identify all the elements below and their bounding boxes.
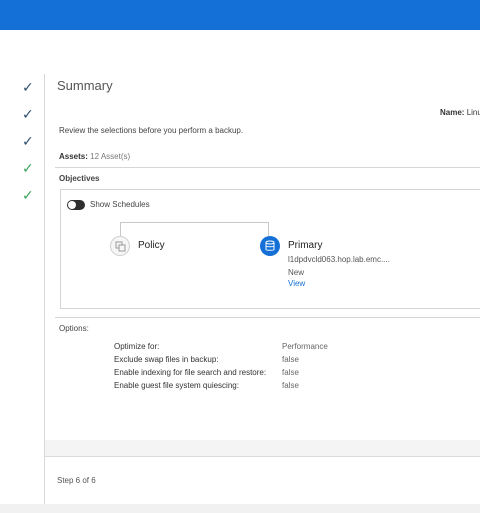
step-2-check-icon[interactable]: ✓: [22, 107, 42, 123]
primary-label: Primary: [288, 240, 323, 251]
option-key: Enable indexing for file search and rest…: [114, 368, 267, 377]
step-3-check-icon[interactable]: ✓: [22, 134, 42, 150]
footer-divider: [45, 456, 480, 457]
name-value: Linu: [466, 108, 480, 117]
divider: [55, 167, 480, 168]
step-1-check-icon[interactable]: ✓: [22, 80, 42, 96]
option-key: Optimize for:: [114, 342, 160, 351]
assets-value: 12 Asset(s): [90, 152, 131, 161]
content-end-strip: [45, 440, 480, 456]
name-field: Name: Linu: [440, 108, 480, 117]
option-value: false: [282, 355, 299, 364]
primary-node: [260, 236, 280, 256]
step-5-check-icon[interactable]: ✓: [22, 188, 42, 204]
option-key: Exclude swap files in backup:: [114, 355, 219, 364]
primary-status: New: [288, 268, 305, 277]
top-header-bar: [0, 0, 480, 30]
option-value: Performance: [282, 342, 328, 351]
option-key: Enable guest file system quiescing:: [114, 381, 239, 390]
policy-label: Policy: [138, 240, 165, 251]
toggle-knob: [68, 201, 76, 209]
assets-summary: Assets: 12 Asset(s): [59, 152, 130, 161]
name-label: Name:: [440, 108, 465, 117]
show-schedules-label: Show Schedules: [90, 200, 150, 209]
options-heading: Options:: [59, 324, 89, 333]
policy-primary-connector: [120, 222, 269, 236]
primary-host: l1dpdvcld063.hop.lab.emc....: [288, 255, 390, 264]
page-title: Summary: [57, 78, 113, 93]
policy-node: [110, 236, 130, 256]
primary-view-link[interactable]: View: [288, 279, 305, 288]
option-value: false: [282, 368, 299, 377]
step-4-check-icon[interactable]: ✓: [22, 161, 42, 177]
divider: [55, 317, 480, 318]
objectives-heading: Objectives: [59, 174, 100, 183]
step-indicator: Step 6 of 6: [57, 476, 96, 485]
bottom-strip: [0, 504, 480, 513]
show-schedules-toggle[interactable]: [67, 200, 85, 210]
copy-icon: [115, 241, 126, 252]
review-instructions: Review the selections before you perform…: [59, 126, 244, 135]
database-icon: [265, 240, 275, 251]
option-value: false: [282, 381, 299, 390]
assets-label: Assets:: [59, 152, 88, 161]
